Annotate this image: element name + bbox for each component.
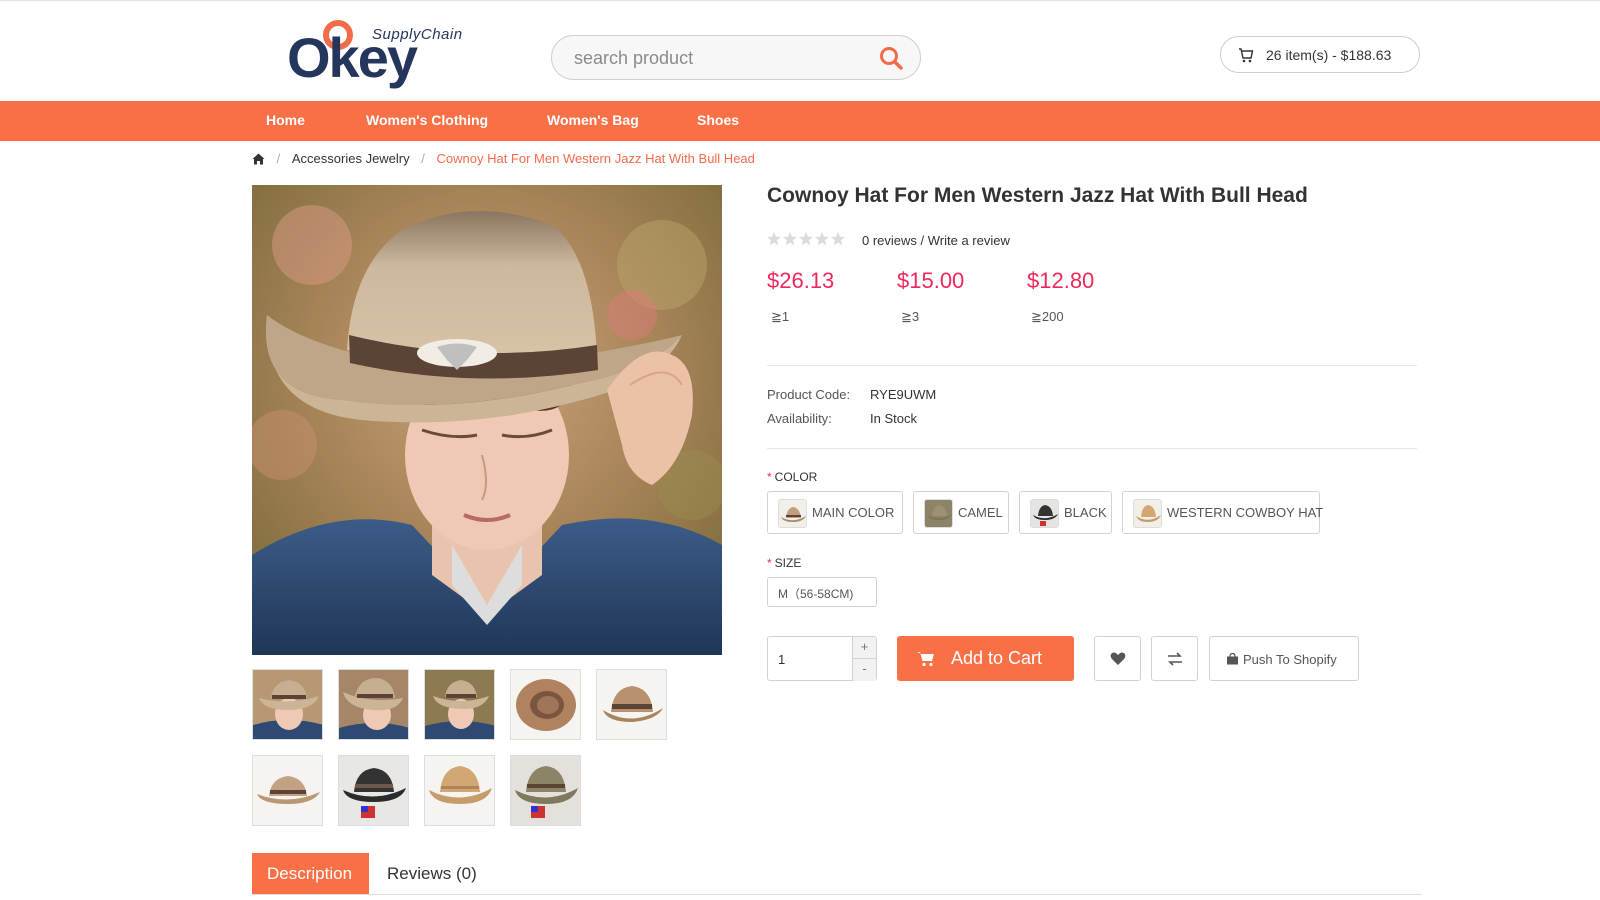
quantity-input[interactable] [778, 649, 848, 669]
cart-icon [917, 652, 934, 667]
price-tier-1-min-qty: ≧1 [771, 309, 790, 324]
divider [767, 365, 1417, 366]
quantity-decrease-button[interactable]: - [852, 659, 876, 681]
nav-item-shoes[interactable]: Shoes [697, 112, 739, 128]
color-option-text: CAMEL [958, 505, 1003, 520]
size-option-label: * SIZE [767, 556, 802, 570]
logo-tagline: SupplyChain [372, 26, 463, 43]
search-bar [551, 35, 921, 80]
divider [767, 448, 1417, 449]
color-option-black[interactable]: BLACK [1019, 491, 1112, 534]
top-border [0, 0, 1600, 4]
product-thumbnail[interactable] [596, 669, 667, 740]
color-option-text: MAIN COLOR [812, 505, 895, 520]
push-to-shopify-label: Push To Shopify [1243, 652, 1337, 667]
breadcrumb-category[interactable]: Accessories Jewelry [292, 151, 410, 166]
product-main-image[interactable] [252, 185, 722, 655]
cowboy-hat-photo [252, 185, 722, 655]
cart-button[interactable]: 26 item(s) - $188.63 [1220, 36, 1420, 73]
product-code-value: RYE9UWM [870, 387, 937, 402]
search-input[interactable] [574, 45, 854, 71]
rating-stars [767, 232, 845, 246]
product-thumbnail[interactable] [252, 669, 323, 740]
quantity-stepper: + - [767, 636, 877, 681]
cart-summary: 26 item(s) - $188.63 [1266, 47, 1392, 63]
product-title: Cownoy Hat For Men Western Jazz Hat With… [767, 184, 1308, 207]
color-option-text: WESTERN COWBOY HAT [1167, 505, 1324, 520]
wishlist-button[interactable] [1094, 636, 1141, 681]
price-tier-2-min-qty: ≧3 [901, 309, 920, 324]
site-logo[interactable]: Okey SupplyChain [287, 18, 477, 88]
price-tier-3-min-qty: ≧200 [1031, 309, 1064, 324]
price-tier-1: $26.13 [767, 268, 835, 293]
size-option-m[interactable]: M（56-58CM) [767, 577, 877, 607]
nav-item-womens-clothing[interactable]: Women's Clothing [366, 112, 488, 128]
availability-label: Availability: [767, 411, 832, 426]
nav-item-home[interactable]: Home [266, 112, 305, 128]
tab-description[interactable]: Description [252, 853, 369, 895]
push-to-shopify-button[interactable]: Push To Shopify [1209, 636, 1359, 681]
product-thumbnail[interactable] [424, 669, 495, 740]
compare-button[interactable] [1151, 636, 1198, 681]
breadcrumb: / Accessories Jewelry / Cownoy Hat For M… [252, 150, 755, 166]
cart-icon [1239, 48, 1254, 63]
color-swatch [778, 499, 807, 528]
nav-item-womens-bag[interactable]: Women's Bag [547, 112, 639, 128]
product-thumbnail[interactable] [510, 669, 581, 740]
product-thumbnail[interactable] [510, 755, 581, 826]
reviews-link[interactable]: 0 reviews / Write a review [862, 233, 1010, 248]
color-swatch [1133, 499, 1162, 528]
product-code-label: Product Code: [767, 387, 851, 402]
price-tier-2: $15.00 [897, 268, 965, 293]
breadcrumb-separator: / [276, 151, 281, 167]
required-asterisk: * [767, 470, 772, 484]
price-tier-3: $12.80 [1027, 268, 1095, 293]
color-swatch [1030, 499, 1059, 528]
search-icon[interactable] [878, 45, 904, 71]
home-icon[interactable] [252, 153, 265, 165]
breadcrumb-separator: / [421, 151, 425, 167]
add-to-cart-label: Add to Cart [951, 648, 1043, 668]
product-thumbnail[interactable] [252, 755, 323, 826]
tab-divider [252, 894, 1422, 895]
add-to-cart-button[interactable]: Add to Cart [897, 636, 1074, 681]
availability-value: In Stock [870, 411, 917, 426]
product-thumbnail[interactable] [338, 755, 409, 826]
color-option-label: * COLOR [767, 470, 818, 484]
required-asterisk: * [767, 556, 772, 570]
color-swatch [924, 499, 953, 528]
product-thumbnail[interactable] [424, 755, 495, 826]
color-option-text: BLACK [1064, 505, 1107, 520]
exchange-icon [1168, 652, 1182, 666]
color-option-western-cowboy-hat[interactable]: WESTERN COWBOY HAT [1122, 491, 1324, 534]
shopping-bag-icon [1227, 653, 1238, 665]
tab-reviews[interactable]: Reviews (0) [387, 864, 477, 884]
breadcrumb-current[interactable]: Cownoy Hat For Men Western Jazz Hat With… [437, 151, 755, 166]
heart-icon [1110, 652, 1126, 665]
main-nav: Home Women's Clothing Women's Bag Shoes [0, 101, 1600, 141]
quantity-increase-button[interactable]: + [852, 637, 876, 659]
color-option-main-color[interactable]: MAIN COLOR [767, 491, 903, 534]
color-option-camel[interactable]: CAMEL [913, 491, 1009, 534]
product-thumbnail[interactable] [338, 669, 409, 740]
